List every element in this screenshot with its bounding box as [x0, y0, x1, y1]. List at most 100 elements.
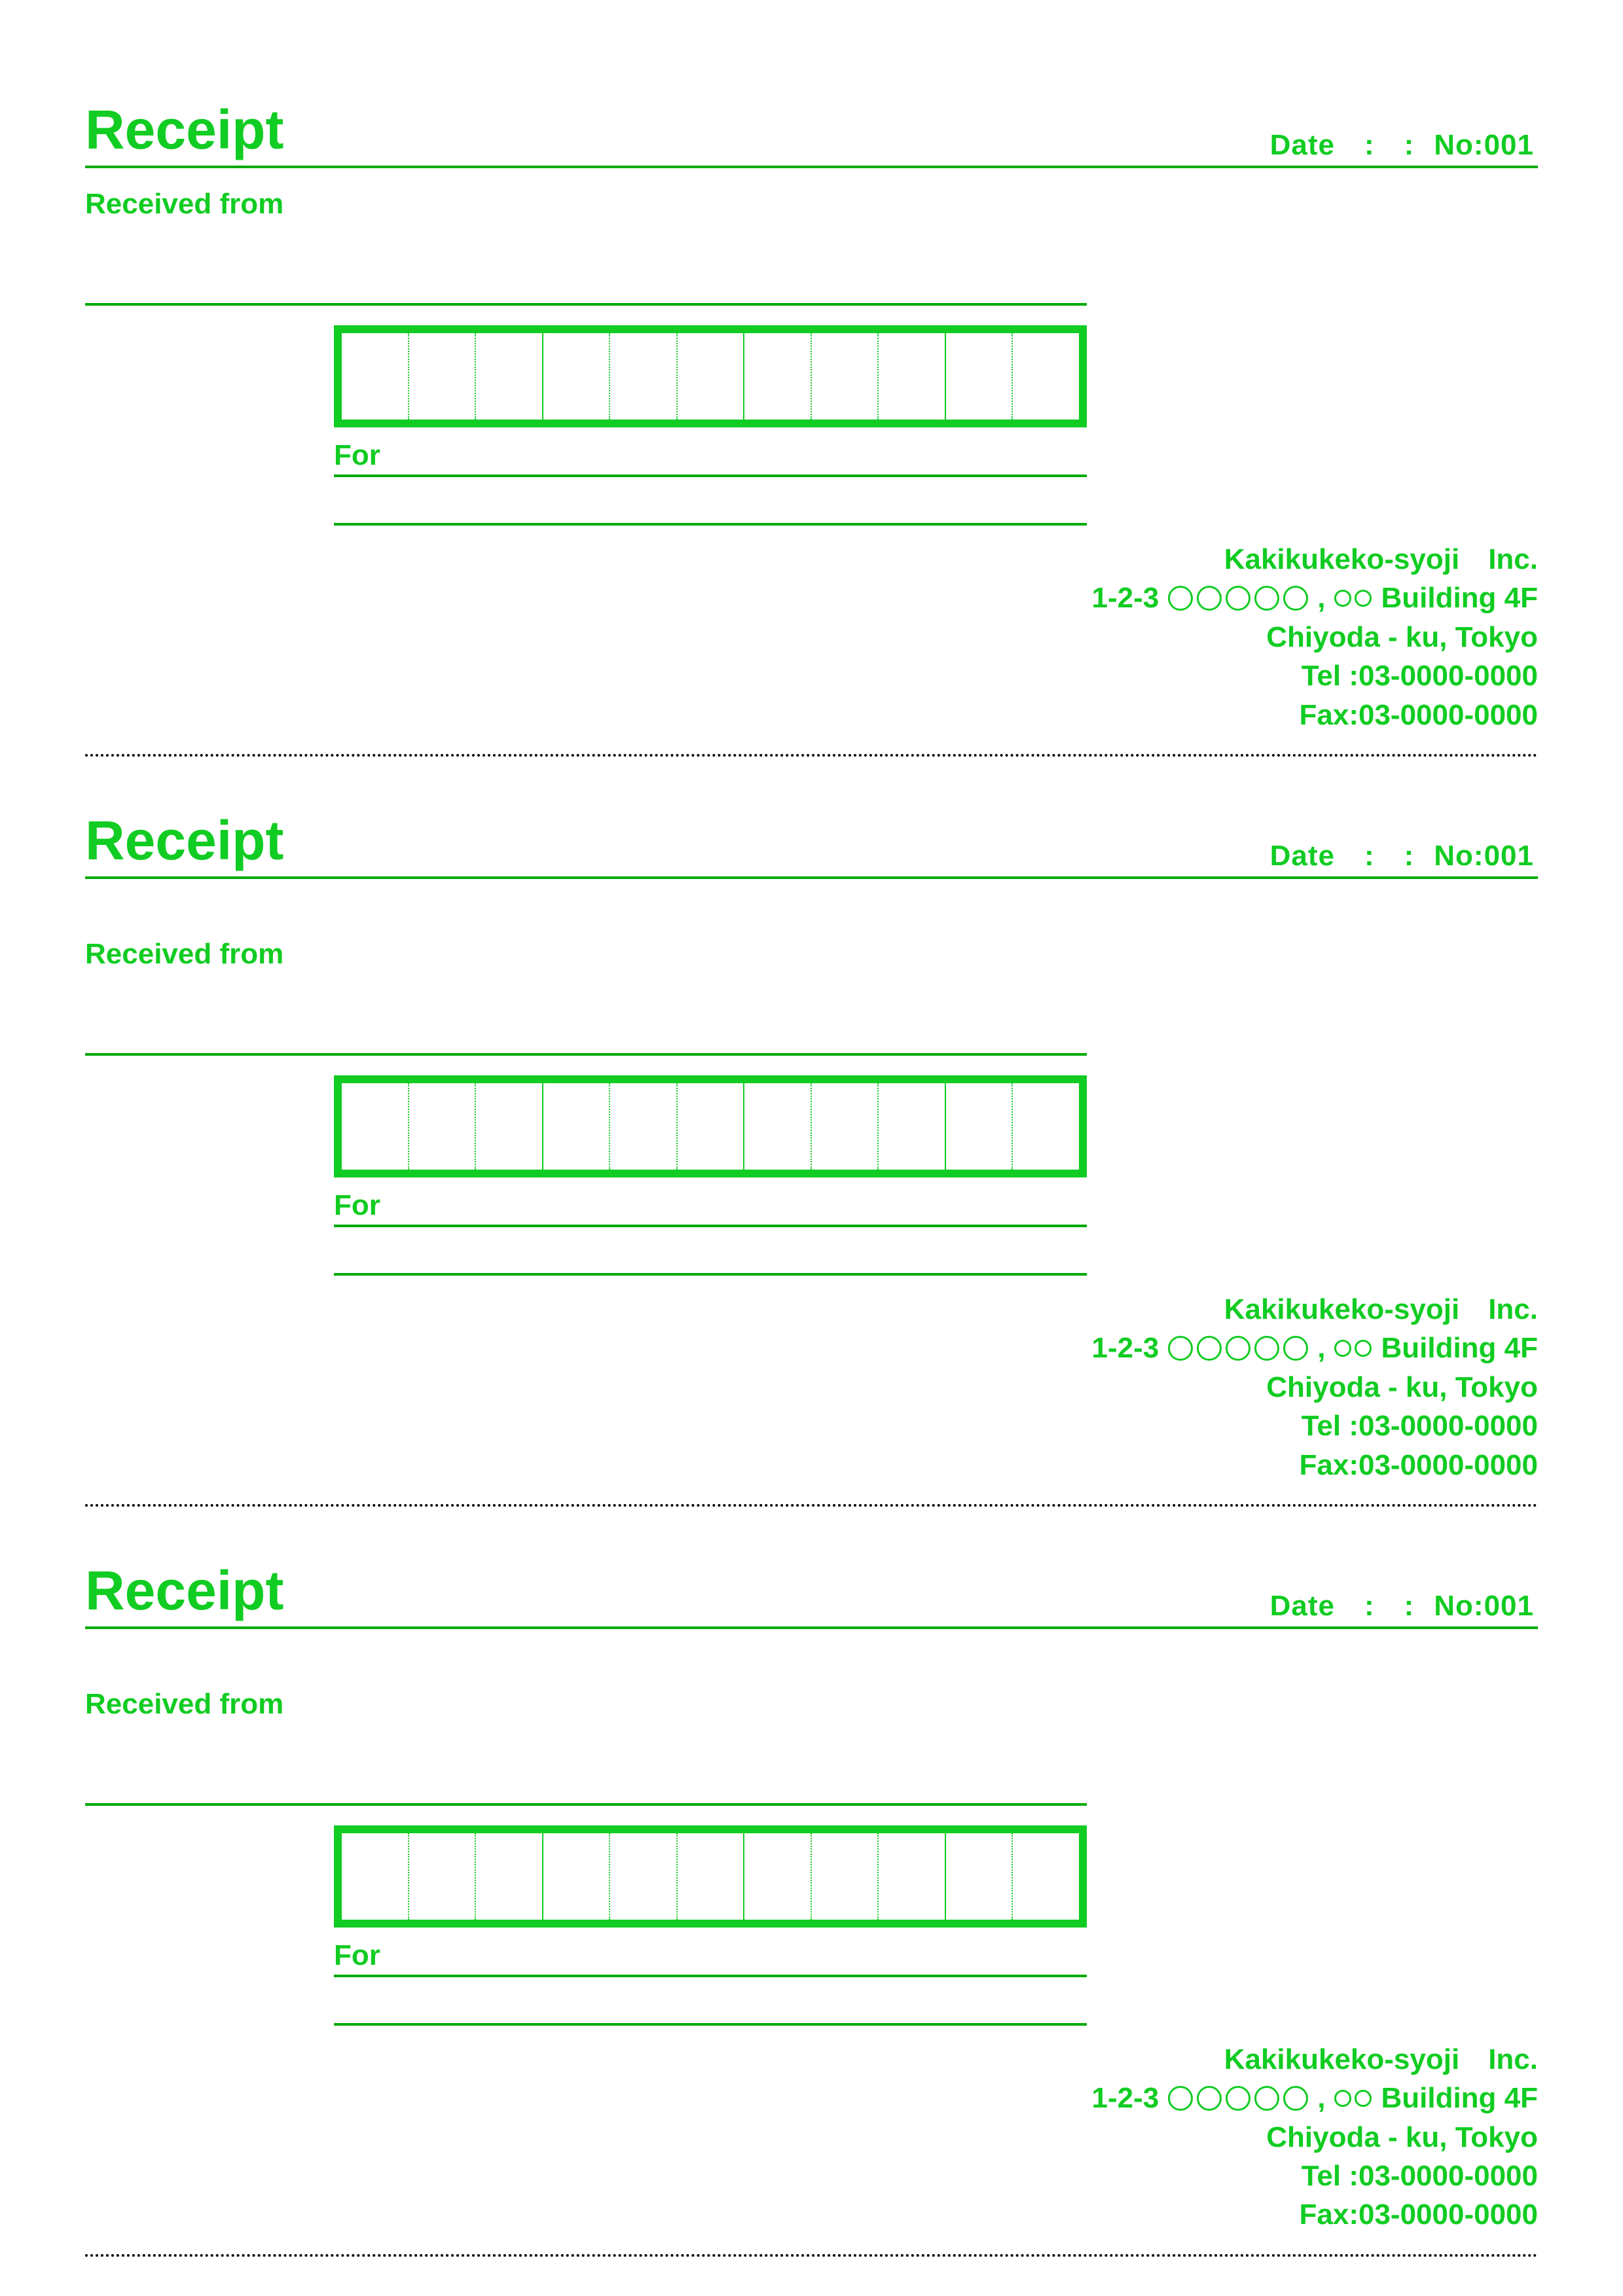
issuer-tel: Tel :03-0000-0000: [85, 656, 1538, 695]
amount-row: [334, 325, 1538, 427]
circle-icon: [1226, 1336, 1250, 1361]
for-label: For: [334, 1939, 380, 1972]
amount-digit: [609, 333, 676, 420]
issuer-address-1: 1-2-3 , Building 4F: [85, 579, 1538, 617]
date-no-row: Date : : No:001: [1270, 129, 1538, 162]
amount-digit: [743, 1833, 811, 1920]
amount-digit: [676, 1083, 744, 1170]
amount-digit: [811, 333, 878, 420]
for-label: For: [334, 439, 380, 472]
amount-digit: [408, 1083, 475, 1170]
date-label: Date : :: [1270, 129, 1415, 162]
receipt-title: Receipt: [85, 1559, 283, 1623]
amount-row: [334, 1075, 1538, 1177]
date-no-row: Date : : No:001: [1270, 840, 1538, 872]
received-from-label: Received from: [85, 1688, 1538, 1721]
amount-digit: [342, 1833, 408, 1920]
circle-icon: [1168, 2086, 1193, 2111]
amount-grid: [342, 333, 1079, 420]
receipt-title: Receipt: [85, 98, 283, 162]
amount-digit: [542, 1833, 610, 1920]
receipt-number: No:001: [1434, 840, 1534, 872]
for-field-2: [334, 477, 1087, 526]
received-from-field: [85, 240, 1087, 306]
amount-box: [334, 325, 1087, 427]
receipt-number: No:001: [1434, 129, 1534, 162]
amount-row: [334, 1825, 1538, 1928]
amount-grid: [342, 1833, 1079, 1920]
receipt-slip: Receipt Date : : No:001 Received from: [85, 1507, 1538, 2257]
issuer-block: Kakikukeko-syoji Inc. 1-2-3 , Building 4…: [85, 2040, 1538, 2234]
for-label: For: [334, 1189, 380, 1222]
amount-digit: [408, 1833, 475, 1920]
circle-icon: [1283, 1336, 1308, 1361]
circle-icon-group: [1168, 1336, 1308, 1361]
circle-icon: [1254, 1336, 1279, 1361]
amount-digit: [609, 1833, 676, 1920]
issuer-address-2: Chiyoda - ku, Tokyo: [85, 1368, 1538, 1407]
circle-icon: [1355, 1340, 1372, 1357]
receipt-header: Receipt Date : : No:001: [85, 1559, 1538, 1629]
amount-box: [334, 1825, 1087, 1928]
circle-icon: [1226, 586, 1250, 611]
amount-digit: [945, 333, 1012, 420]
amount-digit: [475, 333, 542, 420]
issuer-address-1: 1-2-3 , Building 4F: [85, 1329, 1538, 1367]
circle-icon: [1254, 586, 1279, 611]
receipt-slip: Receipt Date : : No:001 Received from: [85, 98, 1538, 757]
for-field-1: For: [334, 1937, 1087, 1977]
circle-icon-group: [1334, 1340, 1372, 1357]
issuer-fax: Fax:03-0000-0000: [85, 1446, 1538, 1484]
issuer-block: Kakikukeko-syoji Inc. 1-2-3 , Building 4…: [85, 540, 1538, 734]
circle-icon: [1197, 1336, 1222, 1361]
circle-icon: [1334, 590, 1351, 607]
receipt-number: No:001: [1434, 1590, 1534, 1623]
amount-box: [334, 1075, 1087, 1177]
date-label: Date : :: [1270, 1590, 1415, 1623]
amount-digit: [743, 333, 811, 420]
circle-icon-group: [1168, 2086, 1308, 2111]
amount-digit: [609, 1083, 676, 1170]
amount-digit: [542, 333, 610, 420]
circle-icon: [1254, 2086, 1279, 2111]
issuer-address-2: Chiyoda - ku, Tokyo: [85, 2118, 1538, 2157]
circle-icon: [1226, 2086, 1250, 2111]
received-from-field: [85, 1740, 1087, 1806]
circle-icon: [1197, 2086, 1222, 2111]
issuer-tel: Tel :03-0000-0000: [85, 2157, 1538, 2195]
amount-digit: [877, 1083, 945, 1170]
issuer-company: Kakikukeko-syoji Inc.: [85, 1290, 1538, 1329]
circle-icon: [1283, 2086, 1308, 2111]
receipt-slip: Receipt Date : : No:001 Received from: [85, 757, 1538, 1507]
amount-digit: [342, 1083, 408, 1170]
amount-digit: [945, 1083, 1012, 1170]
amount-digit: [676, 333, 744, 420]
circle-icon-group: [1334, 2090, 1372, 2107]
amount-grid: [342, 1083, 1079, 1170]
amount-digit: [877, 333, 945, 420]
circle-icon: [1334, 1340, 1351, 1357]
receipt-header: Receipt Date : : No:001: [85, 809, 1538, 879]
receipt-title: Receipt: [85, 809, 283, 872]
amount-digit: [342, 333, 408, 420]
issuer-company: Kakikukeko-syoji Inc.: [85, 2040, 1538, 2079]
amount-digit: [1012, 1083, 1079, 1170]
date-label: Date : :: [1270, 840, 1415, 872]
received-from-field: [85, 990, 1087, 1056]
amount-digit: [743, 1083, 811, 1170]
received-from-label: Received from: [85, 188, 1538, 221]
issuer-company: Kakikukeko-syoji Inc.: [85, 540, 1538, 579]
received-from-label: Received from: [85, 938, 1538, 971]
amount-digit: [676, 1833, 744, 1920]
date-no-row: Date : : No:001: [1270, 1590, 1538, 1623]
amount-digit: [811, 1083, 878, 1170]
circle-icon: [1168, 1336, 1193, 1361]
amount-digit: [877, 1833, 945, 1920]
issuer-fax: Fax:03-0000-0000: [85, 2195, 1538, 2234]
receipt-header: Receipt Date : : No:001: [85, 98, 1538, 168]
amount-digit: [1012, 1833, 1079, 1920]
amount-digit: [475, 1083, 542, 1170]
for-field-2: [334, 1227, 1087, 1276]
issuer-tel: Tel :03-0000-0000: [85, 1407, 1538, 1445]
amount-digit: [475, 1833, 542, 1920]
